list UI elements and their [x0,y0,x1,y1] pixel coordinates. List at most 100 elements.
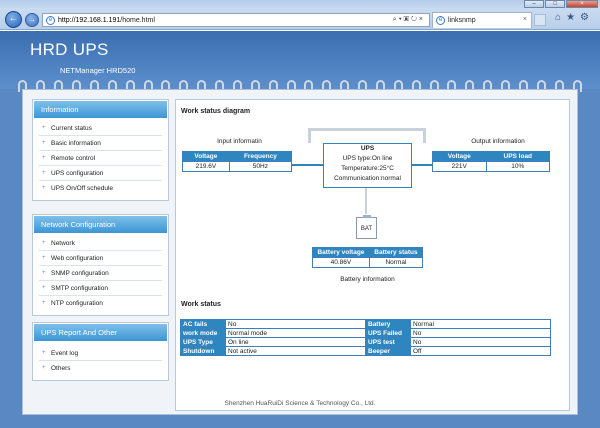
battery-caption: Battery information [340,276,395,283]
ws-label-ups-failed: UPS Failed [365,328,411,338]
input-header-voltage: Voltage [182,151,230,162]
connector-battery [365,188,367,214]
ws-value-work-mode: Normal mode [225,328,366,338]
sidebar-heading: UPS Report And Other [34,324,167,341]
refresh-icon[interactable]: ↻ [411,16,419,23]
connector-top-left [308,128,311,143]
work-status-table: AC fails No Battery Normal work mode Nor… [180,319,551,356]
output-header-ups-load: UPS load [485,151,551,162]
ws-label-battery: Battery [365,319,411,329]
input-frequency-value: 50Hz [228,161,293,172]
back-button[interactable]: ← [5,11,22,28]
sidebar-report: UPS Report And Other Event log Others [32,322,169,381]
web-page: HRD UPS NETManager HRD520 Information Cu… [0,31,600,428]
connector-output [412,164,432,166]
sidebar-item-current-status[interactable]: Current status [39,121,162,136]
section-title-diagram: Work status diagram [181,108,251,115]
ws-label-work-mode: work mode [180,328,226,338]
url-path: /home.html [120,16,155,24]
ws-label-ups-type: UPS Type [180,337,226,347]
sidebar-item-remote-control[interactable]: Remote control [39,151,162,166]
brand-subtitle: NETManager HRD520 [60,66,136,75]
sidebar-item-web-configuration[interactable]: Web configuration [39,251,162,266]
close-icon[interactable]: × [419,16,425,23]
connector-top [308,128,426,131]
connector-top-right [423,128,426,143]
ups-type: UPS type:On line [342,155,393,162]
ws-label-ups-test: UPS test [365,337,411,347]
home-icon[interactable]: ⌂ [555,12,566,23]
minimize-button[interactable]: – [524,0,544,8]
address-tools: ⌕▾▣↻× [393,16,425,24]
brand-title: HRD UPS [30,40,109,59]
close-button[interactable]: × [566,0,598,8]
browser-chrome: – □ × ← → e http://192.168.1.191/home.ht… [0,0,600,30]
table-row: work mode Normal mode UPS Failed No [180,328,551,338]
tab-linksnmp[interactable]: e linksnmp × [432,12,532,28]
lock-icon: ▣ [403,16,411,23]
table-row: AC fails No Battery Normal [180,319,551,329]
sidebar-heading: Network Configuration [34,216,167,233]
ws-value-ac-fails: No [225,319,366,329]
output-load-value: 10% [485,161,551,172]
tab-title: linksnmp [448,17,476,24]
footer-copyright: Shenzhen HuaRuiDi Science & Technology C… [224,400,376,407]
favorites-star-icon[interactable]: ★ [566,12,580,23]
ws-value-shutdown: Not active [225,346,366,356]
maximize-button[interactable]: □ [545,0,565,8]
battery-header-status: Battery status [368,247,424,258]
output-header-voltage: Voltage [432,151,487,162]
sidebar-item-ups-onoff-schedule[interactable]: UPS On/Off schedule [39,181,162,196]
input-voltage-value: 219.6V [182,161,230,172]
ie-page-icon: e [46,15,55,25]
url-host: http://192.168.1.191 [58,16,121,24]
ws-value-ups-test: No [410,337,551,347]
gear-icon[interactable]: ⚙ [580,12,594,23]
input-header-frequency: Frequency [228,151,293,162]
input-caption: Input informatin [217,138,262,145]
section-title-work-status: Work status [181,301,221,308]
browser-toolbar-icons: ⌂★⚙ [555,12,594,23]
ie-tab-icon: e [436,16,445,25]
ws-value-ups-type: On line [225,337,366,347]
ups-communication: Communication:normal [334,175,401,182]
sidebar-network: Network Configuration Network Web config… [32,214,169,316]
content-frame: Information Current status Basic informa… [22,89,578,415]
sidebar-item-basic-information[interactable]: Basic information [39,136,162,151]
output-table: Voltage UPS load 221V 10% [432,151,551,172]
ws-label-beeper: Beeper [365,346,411,356]
ws-label-ac-fails: AC fails [180,319,226,329]
address-bar[interactable]: e http://192.168.1.191/home.html ⌕▾▣↻× [42,13,430,27]
battery-header-voltage: Battery voltage [312,247,370,258]
output-caption: Output information [471,138,525,145]
battery-voltage-value: 40.86V [312,257,370,268]
input-table: Voltage Frequency 219.6V 50Hz [182,151,293,172]
ups-status-box: UPS UPS type:On line Temperature:25°C Co… [323,143,412,188]
ws-label-shutdown: Shutdown [180,346,226,356]
sidebar-item-others[interactable]: Others [39,361,162,376]
battery-table: Battery voltage Battery status 40.86V Norm… [312,247,424,268]
ws-value-beeper: Off [410,346,551,356]
ups-temperature: Temperature:25°C [341,165,394,172]
sidebar-item-network[interactable]: Network [39,236,162,251]
table-row: Shutdown Not active Beeper Off [180,346,551,356]
sidebar-item-ntp-configuration[interactable]: NTP configuration [39,296,162,311]
sidebar-item-event-log[interactable]: Event log [39,346,162,361]
tab-close-icon[interactable]: × [523,16,527,23]
sidebar-information: Information Current status Basic informa… [32,99,169,201]
ups-title: UPS [360,145,375,152]
url-text: http://192.168.1.191/home.html [58,17,155,24]
battery-icon: BAT [356,215,377,239]
table-row: UPS Type On line UPS test No [180,337,551,347]
output-voltage-value: 221V [432,161,487,172]
sidebar-heading: Information [34,101,167,118]
sidebar-item-ups-configuration[interactable]: UPS configuration [39,166,162,181]
sidebar-item-smtp-configuration[interactable]: SMTP configuration [39,281,162,296]
ws-value-battery: Normal [410,319,551,329]
ws-value-ups-failed: No [410,328,551,338]
sidebar-item-snmp-configuration[interactable]: SNMP configuration [39,266,162,281]
forward-button[interactable]: → [25,13,39,27]
main-panel: Work status diagram Input informatin Vol… [175,99,570,411]
battery-status-value: Normal [368,257,424,268]
new-tab-button[interactable] [534,14,546,26]
